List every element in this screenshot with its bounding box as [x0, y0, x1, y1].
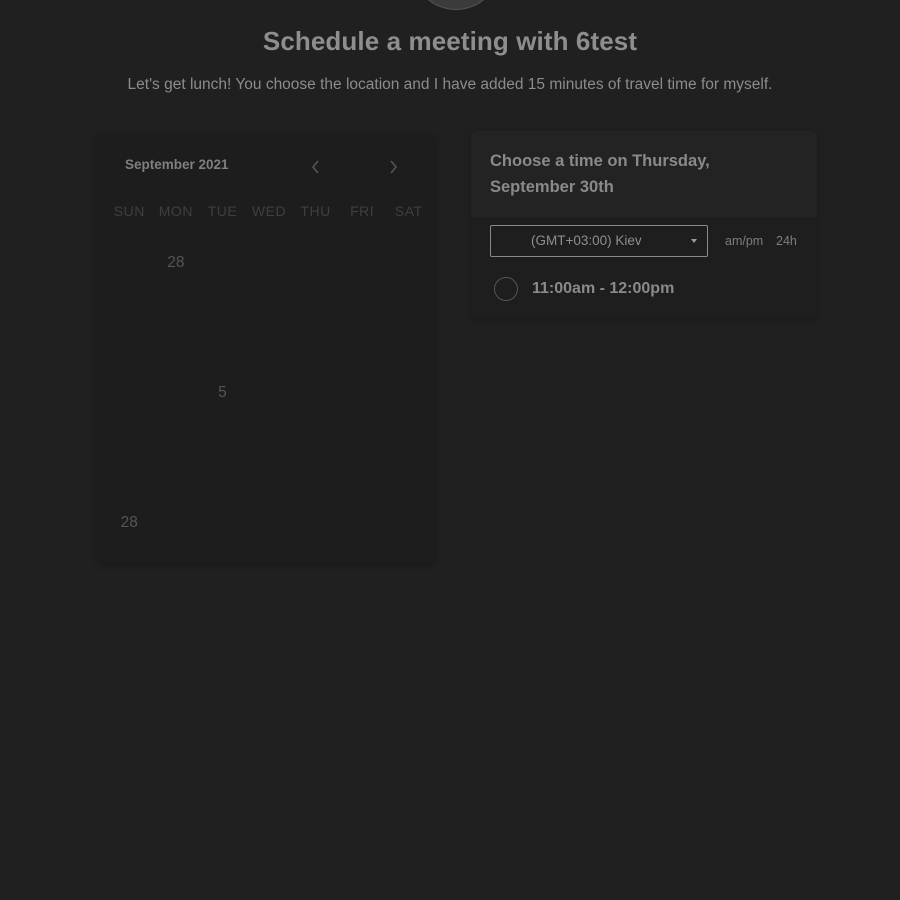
calendar-day: [292, 360, 339, 425]
calendar-day: [339, 360, 386, 425]
time-panel-heading: Choose a time on Thursday, September 30t…: [490, 152, 710, 196]
calendar-month-label: September 2021: [125, 157, 229, 172]
weekday-header: SUN MON TUE WED THU FRI SAT: [106, 203, 432, 219]
calendar-day: [246, 230, 293, 295]
calendar-day: [385, 490, 432, 555]
next-month-button[interactable]: [383, 157, 403, 177]
weekday-label: THU: [300, 203, 331, 219]
calendar-day: [339, 425, 386, 490]
calendar-day: [385, 425, 432, 490]
calendar-day: [385, 360, 432, 425]
calendar-day: [385, 230, 432, 295]
calendar-day: [246, 490, 293, 555]
weekday-label: MON: [158, 203, 193, 219]
calendar-day: [199, 490, 246, 555]
page: Schedule a meeting with 6test Let's get …: [0, 0, 900, 900]
calendar-day: [153, 360, 200, 425]
calendar-day: [153, 425, 200, 490]
avatar: [412, 0, 500, 10]
radio-icon[interactable]: [494, 277, 518, 301]
calendar-day: [106, 425, 153, 490]
calendar-day: [199, 295, 246, 360]
format-24h-toggle[interactable]: 24h: [776, 234, 797, 248]
time-slot-label: 11:00am - 12:00pm: [532, 280, 675, 297]
calendar-day: [246, 425, 293, 490]
page-subtitle: Let's get lunch! You choose the location…: [127, 76, 773, 93]
calendar-day: 28: [167, 253, 185, 271]
time-slot[interactable]: 11:00am - 12:00pm: [493, 277, 793, 303]
weekday-label: FRI: [350, 203, 375, 219]
calendar-day: [199, 230, 246, 295]
weekday-label: TUE: [207, 203, 238, 219]
calendar-day: [246, 295, 293, 360]
calendar-day: [292, 230, 339, 295]
weekday-label: SUN: [113, 203, 145, 219]
prev-month-button[interactable]: [306, 157, 326, 177]
calendar-day: [339, 230, 386, 295]
calendar-day: [106, 360, 153, 425]
calendar: September 2021 SUN MON TUE WED THU FRI S…: [98, 135, 435, 563]
time-panel: Choose a time on Thursday, September 30t…: [471, 131, 817, 317]
calendar-day: [199, 425, 246, 490]
calendar-day: [292, 295, 339, 360]
calendar-day: [385, 295, 432, 360]
calendar-day: [106, 295, 153, 360]
calendar-day: [246, 360, 293, 425]
calendar-day: [339, 295, 386, 360]
format-12h-toggle[interactable]: am/pm: [725, 234, 763, 248]
timezone-select[interactable]: (GMT+03:00) Kiev: [490, 225, 708, 257]
page-title: Schedule a meeting with 6test: [262, 26, 638, 56]
timezone-value: (GMT+03:00) Kiev: [531, 233, 642, 248]
calendar-day: [153, 295, 200, 360]
calendar-day: [106, 230, 153, 295]
weekday-label: WED: [251, 203, 287, 219]
calendar-day: 5: [218, 383, 227, 401]
chevron-right-icon: [390, 160, 398, 174]
calendar-day: [292, 425, 339, 490]
calendar-day: [339, 490, 386, 555]
calendar-days: 28 5 28: [106, 230, 432, 555]
caret-down-icon: [691, 239, 697, 243]
calendar-day: 28: [120, 513, 138, 531]
calendar-day: [153, 490, 200, 555]
chevron-left-icon: [311, 160, 319, 174]
time-panel-header: Choose a time on Thursday, September 30t…: [471, 131, 817, 217]
weekday-label: SAT: [394, 203, 423, 219]
calendar-day: [292, 490, 339, 555]
